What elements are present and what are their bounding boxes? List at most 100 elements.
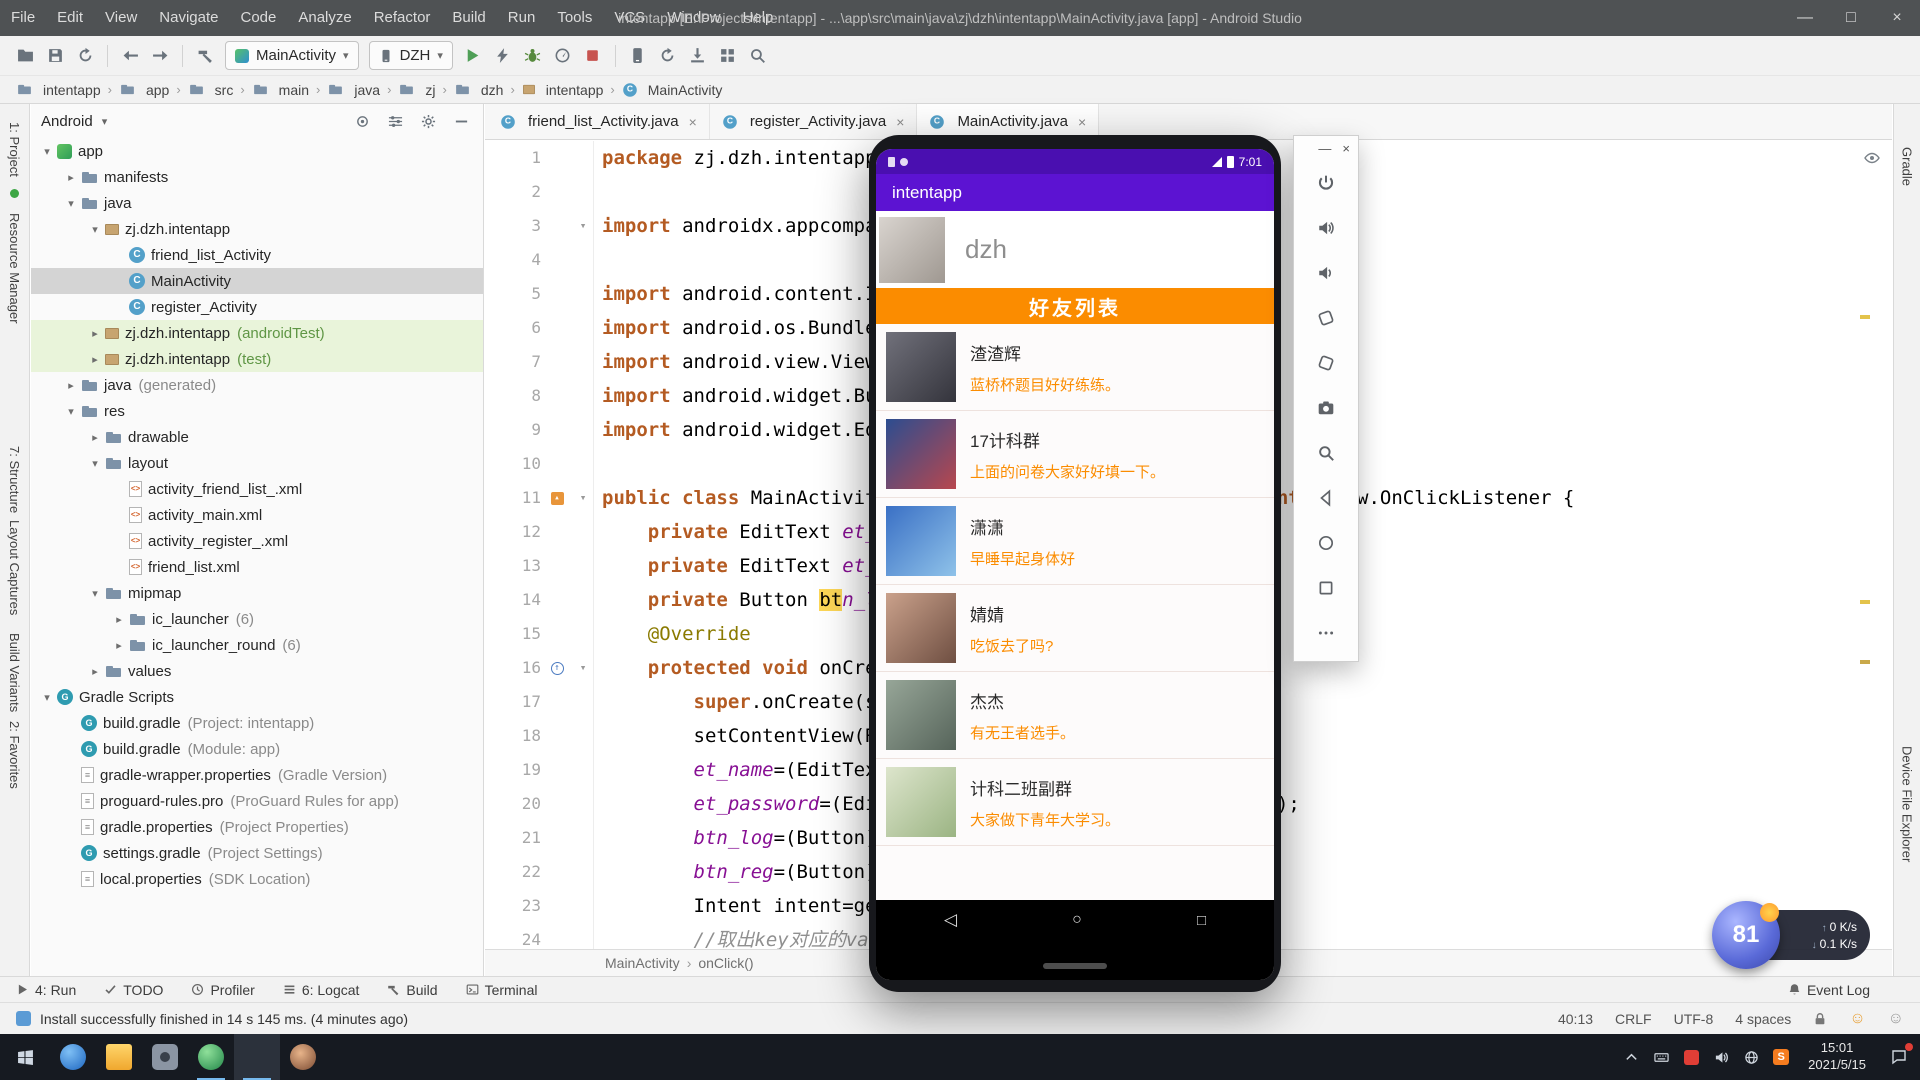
nav-recents-button[interactable]: □ <box>1197 912 1206 929</box>
menu-view[interactable]: View <box>94 0 148 36</box>
emulator-minimize-button[interactable]: — <box>1318 141 1331 156</box>
close-icon[interactable]: × <box>896 114 904 130</box>
tree-item-gradle-wrapper-properties[interactable]: ≡ gradle-wrapper.properties (Gradle Versio… <box>31 762 483 788</box>
sync-gradle-icon[interactable] <box>653 41 683 71</box>
tree-expand-icon[interactable]: ▸ <box>61 171 81 184</box>
tree-item-gradle-properties[interactable]: ≡ gradle.properties (Project Properties) <box>31 814 483 840</box>
device-manager-icon[interactable] <box>623 41 653 71</box>
fold-icon[interactable]: ▾ <box>573 209 593 243</box>
minimize-button[interactable]: — <box>1782 0 1828 36</box>
tree-item-friend-list-activity[interactable]: Cfriend_list_Activity <box>31 242 483 268</box>
tab-register-activity-java[interactable]: C register_Activity.java × <box>710 104 918 139</box>
taskbar-clock[interactable]: 15:01 2021/5/15 <box>1796 1040 1878 1074</box>
toolwindow-profiler[interactable]: Profiler <box>191 982 255 998</box>
input-keyboard-icon[interactable] <box>1646 1034 1676 1080</box>
taskbar-app-file-explorer[interactable] <box>96 1034 142 1080</box>
profile-row[interactable]: dzh <box>876 211 1274 288</box>
device-select[interactable]: DZH ▾ <box>368 41 453 70</box>
search-icon[interactable] <box>743 41 773 71</box>
implements-gutter-icon[interactable]: ▴ <box>550 491 564 505</box>
breadcrumb-src[interactable]: src <box>186 81 236 98</box>
indent-setting[interactable]: 4 spaces <box>1735 1011 1791 1027</box>
tree-item-local-properties[interactable]: ≡ local.properties (SDK Location) <box>31 866 483 892</box>
tree-expand-icon[interactable]: ▸ <box>109 639 129 652</box>
debug-icon[interactable] <box>518 41 548 71</box>
tree-expand-icon[interactable]: ▸ <box>85 327 105 340</box>
scrollbar-warning-mark[interactable] <box>1860 315 1870 319</box>
stripe-build-variants[interactable]: Build Variants <box>7 633 22 712</box>
close-icon[interactable]: × <box>1078 114 1086 130</box>
tree-item-register-activity[interactable]: Cregister_Activity <box>31 294 483 320</box>
toolwindow-event-log[interactable]: Event Log <box>1788 982 1870 998</box>
emulator-overview-icon[interactable] <box>1294 565 1358 610</box>
sync-icon[interactable] <box>70 41 100 71</box>
hide-panel-icon[interactable] <box>449 109 473 133</box>
tree-expand-icon[interactable]: ▸ <box>85 431 105 444</box>
emulator-screenshot-icon[interactable] <box>1294 385 1358 430</box>
tree-item-app[interactable]: ▾ app <box>31 138 483 164</box>
sliders-icon[interactable] <box>383 109 407 133</box>
smiley-icon[interactable]: ☺ <box>1849 1010 1865 1027</box>
emulator-back-icon[interactable] <box>1294 475 1358 520</box>
menu-edit[interactable]: Edit <box>46 0 94 36</box>
tree-item-zj-dzh-intentapp[interactable]: ▾ zj.dzh.intentapp <box>31 216 483 242</box>
scrollbar-warning-mark[interactable] <box>1860 600 1870 604</box>
lock-icon[interactable] <box>1813 1012 1827 1026</box>
tree-item-friend-list-xml[interactable]: <> friend_list.xml <box>31 554 483 580</box>
emulator-rotate-right-icon[interactable] <box>1294 340 1358 385</box>
tree-item-values[interactable]: ▸ values <box>31 658 483 684</box>
maximize-button[interactable]: □ <box>1828 0 1874 36</box>
menu-analyze[interactable]: Analyze <box>287 0 362 36</box>
menu-tools[interactable]: Tools <box>546 0 603 36</box>
menu-file[interactable]: File <box>0 0 46 36</box>
speaker-icon[interactable] <box>1706 1034 1736 1080</box>
nav-back-button[interactable]: ◁ <box>944 910 957 930</box>
tree-item-ic-launcher[interactable]: ▸ ic_launcher (6) <box>31 606 483 632</box>
locate-file-icon[interactable] <box>350 109 374 133</box>
caret-position[interactable]: 40:13 <box>1558 1011 1593 1027</box>
tree-expand-icon[interactable]: ▸ <box>61 379 81 392</box>
menu-run[interactable]: Run <box>497 0 547 36</box>
layout-inspector-icon[interactable] <box>713 41 743 71</box>
stripe-gradle[interactable]: Gradle <box>1900 147 1915 186</box>
breadcrumb-intentapp[interactable]: intentapp <box>520 82 606 98</box>
open-icon[interactable] <box>10 41 40 71</box>
breadcrumb-main[interactable]: main <box>250 81 311 98</box>
menu-code[interactable]: Code <box>229 0 287 36</box>
sogou-input-icon[interactable]: S <box>1766 1034 1796 1080</box>
tree-item-activity-friend-list-xml[interactable]: <> activity_friend_list_.xml <box>31 476 483 502</box>
stripe-layout-captures[interactable]: Layout Captures <box>7 520 22 615</box>
emulator-rotate-left-icon[interactable] <box>1294 295 1358 340</box>
friend-item[interactable]: 潇潇 早睡早起身体好 <box>876 498 1274 585</box>
scrollbar-warning-mark[interactable] <box>1860 660 1870 664</box>
breadcrumb-app[interactable]: app <box>117 81 171 98</box>
taskbar-app-browser[interactable] <box>50 1034 96 1080</box>
stripe-2-favorites[interactable]: 2: Favorites <box>7 721 22 789</box>
override-gutter-icon[interactable]: ↑ <box>550 661 564 675</box>
profiler-icon[interactable] <box>548 41 578 71</box>
tree-item-manifests[interactable]: ▸ manifests <box>31 164 483 190</box>
toolwindow-build[interactable]: Build <box>387 982 438 998</box>
tree-expand-icon[interactable]: ▸ <box>85 665 105 678</box>
emulator-power-icon[interactable] <box>1294 160 1358 205</box>
line-separator[interactable]: CRLF <box>1615 1011 1652 1027</box>
nav-home-button[interactable]: ○ <box>1072 911 1082 929</box>
friend-item[interactable]: 杰杰 有无王者选手。 <box>876 672 1274 759</box>
close-button[interactable]: × <box>1874 0 1920 36</box>
friend-item[interactable]: 17计科群 上面的问卷大家好好填一下。 <box>876 411 1274 498</box>
emulator-volume-down-icon[interactable] <box>1294 250 1358 295</box>
tree-expand-icon[interactable]: ▾ <box>85 457 105 470</box>
hidden-icons-chevron[interactable] <box>1616 1034 1646 1080</box>
reader-mode-eye-icon[interactable] <box>1864 150 1880 166</box>
tree-item-res[interactable]: ▾ res <box>31 398 483 424</box>
emulator-zoom-icon[interactable] <box>1294 430 1358 475</box>
emulator-screen[interactable]: 7:01 intentapp dzh 好友列表 渣渣辉 蓝桥杯题目好好练练。 1… <box>876 149 1274 980</box>
music-app-icon[interactable] <box>1676 1034 1706 1080</box>
tree-item-java[interactable]: ▾ java <box>31 190 483 216</box>
tree-item-activity-register-xml[interactable]: <> activity_register_.xml <box>31 528 483 554</box>
emulator-volume-up-icon[interactable] <box>1294 205 1358 250</box>
action-center-button[interactable] <box>1878 1034 1920 1080</box>
back-icon[interactable] <box>115 41 145 71</box>
taskbar-app-screenshot-tool[interactable] <box>142 1034 188 1080</box>
friend-item[interactable]: 渣渣辉 蓝桥杯题目好好练练。 <box>876 324 1274 411</box>
